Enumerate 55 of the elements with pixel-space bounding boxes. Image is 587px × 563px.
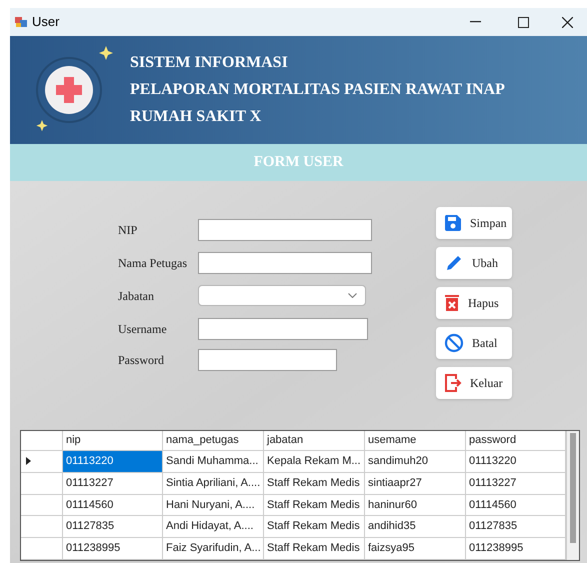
table-cell[interactable]: Hani Nuryani, A.... (163, 494, 264, 516)
action-button[interactable]: Hapus (436, 287, 512, 319)
column-header[interactable]: jabatan (264, 431, 365, 450)
table-cell[interactable]: Faiz Syarifudin, A... (163, 538, 264, 559)
table-cell[interactable]: 01113227 (63, 472, 163, 494)
action-button[interactable]: Keluar (436, 367, 512, 399)
column-header[interactable]: nip (63, 431, 163, 450)
table-cell[interactable]: Sandi Muhamma... (163, 450, 264, 472)
app-icon (14, 15, 28, 29)
table-cell[interactable]: 01127835 (63, 516, 163, 538)
scrollbar[interactable] (566, 431, 579, 560)
field-label: Nama Petugas (118, 255, 188, 272)
table-cell[interactable]: sintiaapr27 (365, 472, 466, 494)
action-button[interactable]: Ubah (436, 247, 512, 279)
table-cell[interactable]: haninur60 (365, 494, 466, 516)
table-cell[interactable]: Staff Rekam Medis (264, 538, 365, 559)
current-row-arrow-icon (26, 457, 31, 466)
text-field[interactable] (198, 219, 372, 241)
minimize-icon (470, 21, 480, 23)
exit-icon (444, 373, 462, 393)
table-cell[interactable]: Staff Rekam Medis (264, 516, 365, 538)
header-title: SISTEM INFORMASI (130, 53, 289, 73)
table-cell[interactable]: Staff Rekam Medis (264, 472, 365, 494)
field-label: Username (118, 321, 168, 338)
table-cell[interactable]: Staff Rekam Medis (264, 494, 365, 516)
maximize-icon (518, 16, 528, 28)
action-button[interactable]: Batal (436, 327, 512, 359)
chevron-down-icon (348, 293, 357, 298)
jabatan-dropdown[interactable] (198, 285, 366, 306)
table-cell[interactable]: Sintia Apriliani, A.... (163, 472, 264, 494)
column-header[interactable]: usemame (365, 431, 466, 450)
table-cell[interactable]: 01113220 (63, 450, 163, 472)
prohibited-icon (444, 333, 464, 353)
form-title: FORM USER (254, 153, 344, 172)
text-field[interactable] (198, 318, 368, 340)
text-field[interactable] (198, 349, 337, 371)
window-title: User (32, 13, 60, 32)
table-cell[interactable]: faizsya95 (365, 538, 466, 559)
trash-icon (444, 294, 460, 312)
table-cell[interactable]: sandimuh20 (365, 450, 466, 472)
table-cell[interactable]: Andi Hidayat, A.... (163, 516, 264, 538)
text-field[interactable] (198, 252, 372, 274)
header-title: PELAPORAN MORTALITAS PASIEN RAWAT INAP (130, 80, 505, 100)
pencil-icon (444, 253, 464, 273)
table-cell[interactable]: andihid35 (365, 516, 466, 538)
header-title: RUMAH SAKIT X (130, 107, 262, 127)
field-label: NIP (118, 222, 138, 239)
table-cell[interactable]: 01114560 (63, 494, 163, 516)
table-cell[interactable]: Kepala Rekam M... (264, 450, 365, 472)
field-label: Password (118, 352, 166, 369)
column-header[interactable]: nama_petugas (163, 431, 264, 450)
close-icon (562, 16, 572, 28)
field-label: Jabatan (118, 288, 155, 304)
action-button[interactable]: Simpan (436, 207, 512, 239)
table-cell[interactable]: 011238995 (63, 538, 163, 559)
